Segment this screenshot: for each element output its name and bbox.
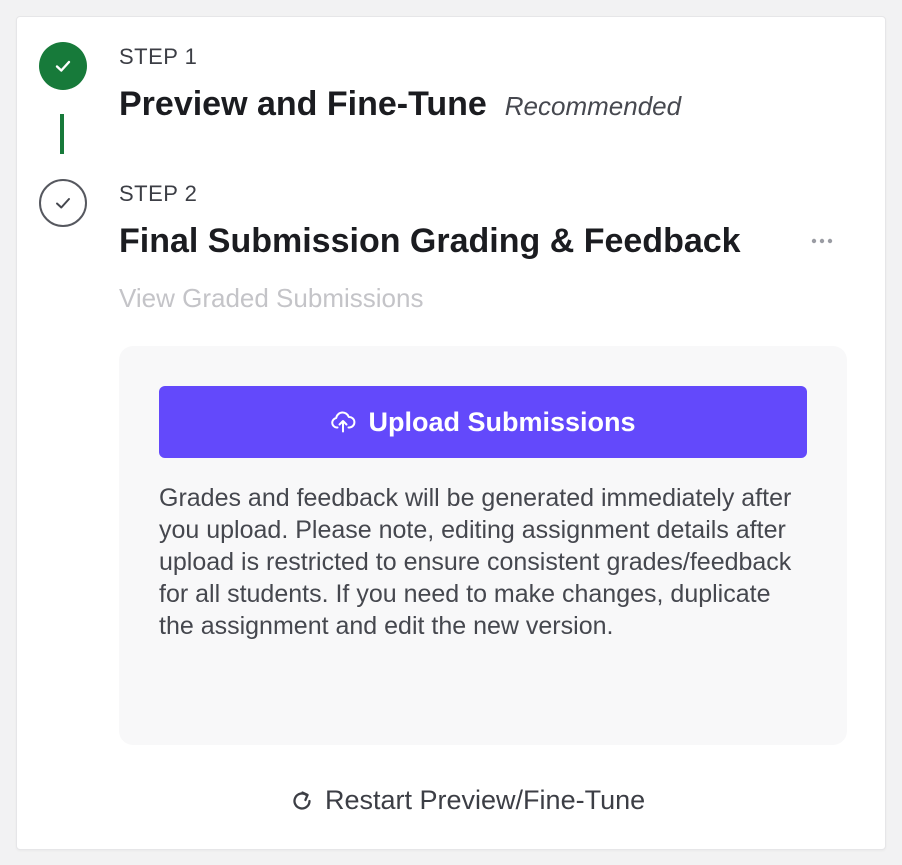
step-1-title-row: Preview and Fine-Tune Recommended [119, 85, 681, 124]
upload-submissions-label: Upload Submissions [368, 406, 636, 437]
view-graded-submissions-link[interactable]: View Graded Submissions [119, 283, 423, 314]
recommended-badge: Recommended [504, 91, 682, 121]
check-icon [56, 198, 70, 209]
step-2-label: STEP 2 [119, 181, 198, 206]
step-connector [60, 114, 64, 154]
step-1-title: Preview and Fine-Tune [119, 85, 487, 123]
refresh-icon [293, 790, 311, 810]
more-options-button[interactable] [809, 229, 835, 253]
upload-notice-text: Grades and feedback will be generated im… [159, 484, 792, 640]
more-horizontal-icon [811, 238, 833, 244]
restart-preview-button[interactable]: Restart Preview/Fine-Tune [289, 785, 645, 816]
cloud-upload-icon [331, 411, 356, 433]
check-icon [55, 60, 71, 72]
step-2-indicator [39, 179, 87, 227]
step-1-label: STEP 1 [119, 44, 198, 69]
stepper-card: STEP 1 Preview and Fine-Tune Recommended… [16, 16, 886, 850]
step-1-complete-indicator [39, 42, 87, 90]
upload-submissions-button[interactable]: Upload Submissions [159, 386, 807, 458]
upload-panel: Upload Submissions Grades and feedback w… [119, 346, 847, 745]
restart-preview-label: Restart Preview/Fine-Tune [325, 785, 646, 815]
step-2-title: Final Submission Grading & Feedback [119, 222, 741, 260]
